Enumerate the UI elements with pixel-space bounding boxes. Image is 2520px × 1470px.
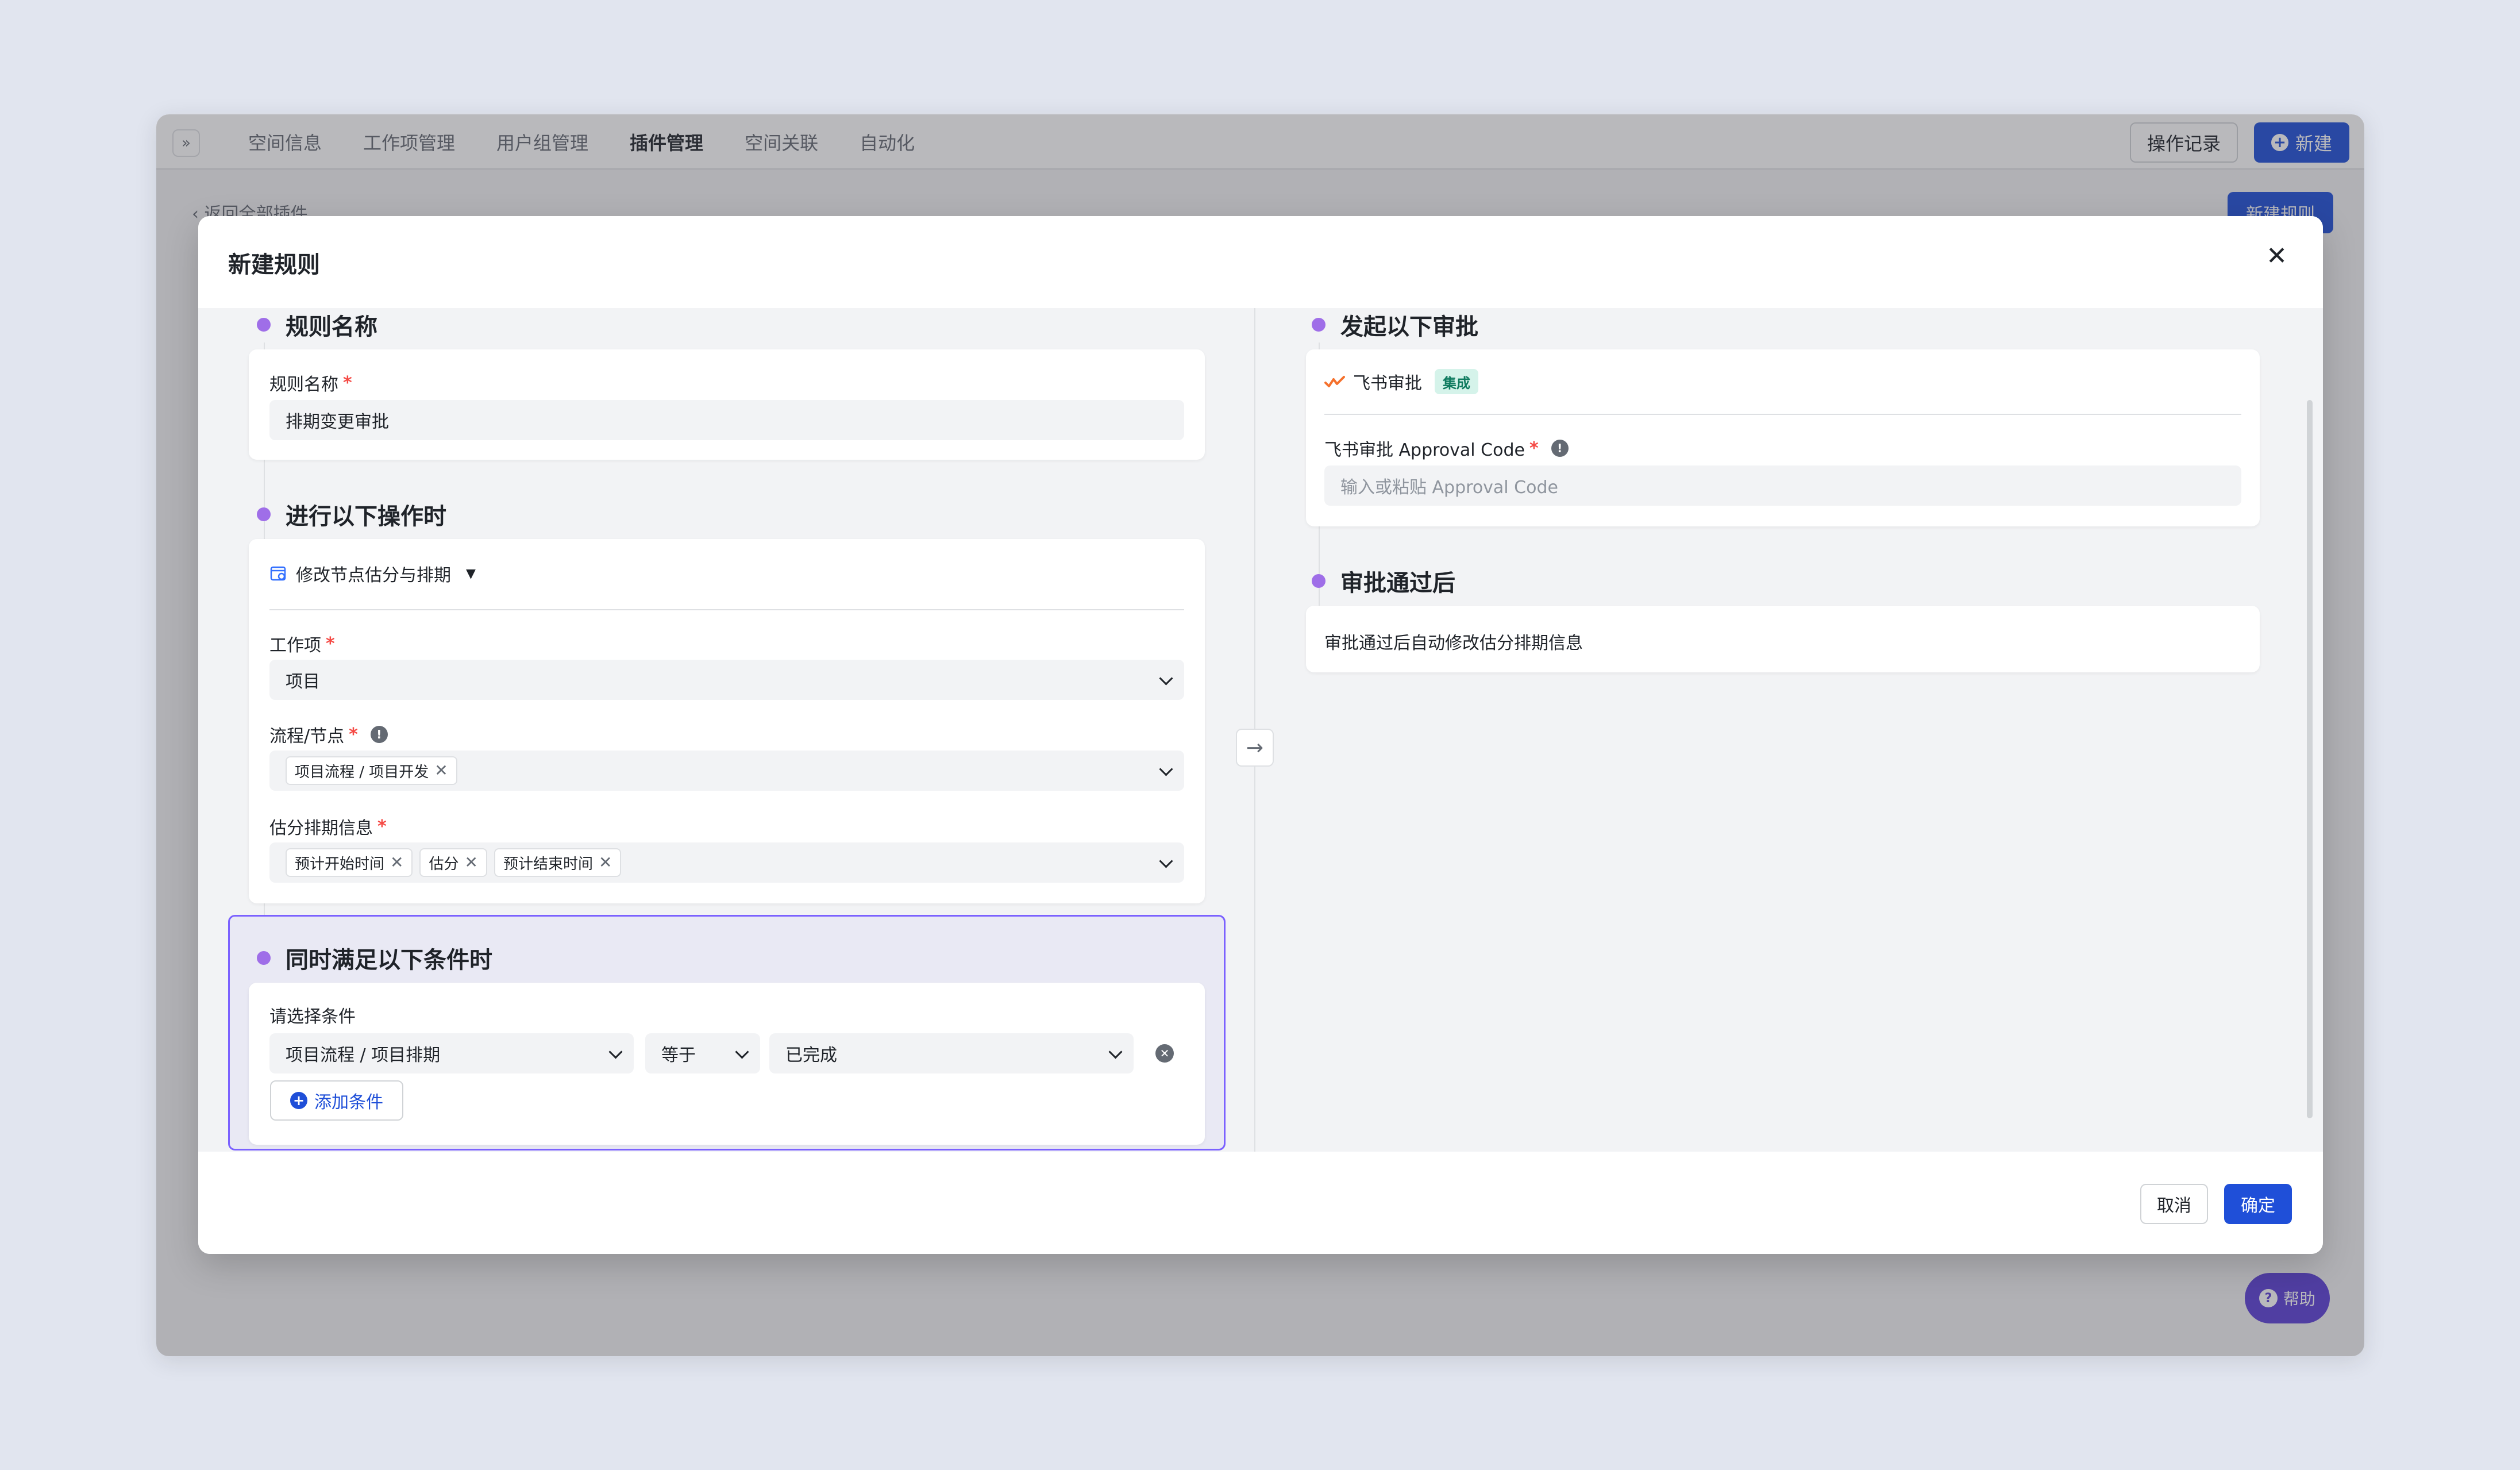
work-item-label: 工作项 *: [269, 633, 335, 656]
new-rule-modal: 新建规则 ✕ 规则名称 规则名称 * 排期变更审批 进行以下操作时 修改节点估分…: [198, 216, 2323, 1254]
remove-tag-icon[interactable]: ✕: [599, 855, 612, 871]
rule-name-section-header: 规则名称: [257, 308, 377, 341]
operation-label: 修改节点估分与排期: [296, 565, 451, 586]
arrow-right-icon: →: [1236, 729, 1274, 767]
info-icon: !: [370, 726, 388, 743]
condition-value: 已完成: [785, 1045, 837, 1065]
chevron-down-icon: [1160, 765, 1170, 776]
section-dot: [257, 951, 271, 965]
after-approval-section-header: 审批通过后: [1312, 564, 1455, 598]
scrollbar[interactable]: [2307, 400, 2313, 1118]
condition-operator-select[interactable]: 等于: [645, 1033, 760, 1073]
approval-code-placeholder: 输入或粘贴 Approval Code: [1340, 478, 1558, 498]
modal-header: 新建规则 ✕: [198, 216, 2323, 308]
condition-value-select[interactable]: 已完成: [769, 1033, 1134, 1073]
chevron-down-icon: [1109, 1048, 1120, 1059]
work-item-select[interactable]: 项目: [269, 660, 1184, 700]
confirm-button[interactable]: 确定: [2224, 1184, 2292, 1224]
section-dot: [1312, 574, 1325, 588]
divider: [1324, 414, 2241, 415]
divider: [269, 609, 1184, 610]
estimate-tag: 预计结束时间 ✕: [494, 848, 622, 877]
trigger-section-header: 进行以下操作时: [257, 498, 446, 531]
condition-operator-value: 等于: [661, 1045, 696, 1065]
flow-node-select[interactable]: 项目流程 / 项目开发 ✕: [269, 751, 1184, 791]
approval-code-label: 飞书审批 Approval Code * !: [1324, 436, 1569, 461]
trigger-section-title: 进行以下操作时: [286, 503, 446, 530]
trigger-card: 修改节点估分与排期 ▼ 工作项 * 项目 流程/节点 * ! 项目流程 / 项目开发…: [249, 539, 1205, 903]
condition-label: 请选择条件: [269, 1007, 356, 1027]
remove-tag-icon[interactable]: ✕: [434, 763, 448, 779]
remove-tag-icon[interactable]: ✕: [465, 855, 478, 871]
condition-field-value: 项目流程 / 项目排期: [286, 1045, 441, 1065]
modal-footer: 取消 确定: [198, 1152, 2323, 1254]
approval-section-title: 发起以下审批: [1340, 314, 1478, 340]
estimate-tag: 预计开始时间 ✕: [286, 848, 413, 877]
chevron-down-icon: [610, 1048, 620, 1059]
after-approval-description: 审批通过后自动修改估分排期信息: [1324, 633, 1583, 653]
section-dot: [1312, 318, 1325, 332]
chevron-down-icon: [736, 1048, 746, 1059]
rule-name-section-title: 规则名称: [286, 314, 377, 340]
add-condition-label: 添加条件: [314, 1092, 383, 1113]
remove-condition-icon[interactable]: ✕: [1155, 1044, 1174, 1063]
plus-icon: +: [290, 1092, 307, 1109]
modal-title: 新建规则: [228, 252, 320, 278]
chevron-down-icon: [1160, 857, 1170, 868]
integration-badge: 集成: [1435, 369, 1478, 394]
after-approval-card: 审批通过后自动修改估分排期信息: [1306, 606, 2260, 672]
caret-down-icon: ▼: [466, 566, 476, 581]
estimate-schedule-label: 估分排期信息 *: [269, 816, 387, 839]
approval-provider: 飞书审批 集成: [1324, 369, 1478, 394]
operation-selector[interactable]: 修改节点估分与排期 ▼: [269, 561, 476, 586]
condition-field-select[interactable]: 项目流程 / 项目排期: [269, 1033, 634, 1073]
rule-name-input[interactable]: 排期变更审批: [269, 400, 1184, 440]
conditions-section-title: 同时满足以下条件时: [286, 947, 492, 973]
remove-tag-icon[interactable]: ✕: [390, 855, 403, 871]
approval-code-input[interactable]: 输入或粘贴 Approval Code: [1324, 465, 2241, 506]
close-icon[interactable]: ✕: [2266, 244, 2287, 269]
approval-section-header: 发起以下审批: [1312, 308, 1478, 341]
flow-node-label: 流程/节点 * !: [269, 722, 388, 747]
conditions-section-header: 同时满足以下条件时: [257, 941, 492, 975]
rule-name-label: 规则名称 *: [269, 372, 352, 395]
section-dot: [257, 318, 271, 332]
after-approval-section-title: 审批通过后: [1340, 570, 1455, 597]
modal-body: 规则名称 规则名称 * 排期变更审批 进行以下操作时 修改节点估分与排期 ▼ 工…: [198, 308, 2323, 1152]
approval-provider-name: 飞书审批: [1353, 374, 1422, 394]
estimate-tag: 估分 ✕: [419, 848, 487, 877]
info-icon: !: [1551, 440, 1569, 457]
approval-card: 飞书审批 集成 飞书审批 Approval Code * ! 输入或粘贴 Appr…: [1306, 349, 2260, 526]
work-item-value: 项目: [286, 672, 320, 692]
rule-name-card: 规则名称 * 排期变更审批: [249, 349, 1205, 460]
flow-node-tag: 项目流程 / 项目开发 ✕: [286, 756, 457, 785]
estimate-schedule-select[interactable]: 预计开始时间 ✕ 估分 ✕ 预计结束时间 ✕: [269, 842, 1184, 883]
cancel-button[interactable]: 取消: [2140, 1184, 2208, 1224]
calendar-edit-icon: [270, 566, 286, 581]
section-dot: [257, 507, 271, 521]
feishu-approval-icon: [1324, 376, 1345, 387]
add-condition-button[interactable]: + 添加条件: [270, 1080, 403, 1121]
chevron-down-icon: [1160, 675, 1170, 685]
